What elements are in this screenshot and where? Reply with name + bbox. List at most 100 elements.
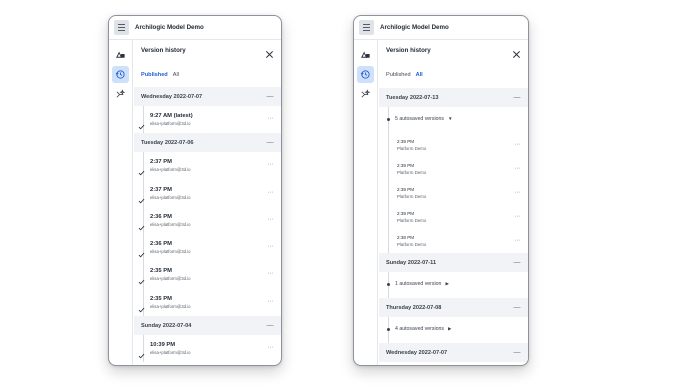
hamburger-icon[interactable] <box>114 20 129 35</box>
close-icon[interactable] <box>265 46 274 59</box>
version-row[interactable]: 2:35 PM elisa+platform@3d.io ··· <box>134 261 281 289</box>
more-horizontal-icon[interactable]: — <box>267 139 274 146</box>
more-horizontal-icon[interactable]: ··· <box>515 165 521 172</box>
ai-sparkle-icon[interactable] <box>357 86 374 103</box>
hamburger-icon[interactable] <box>359 20 374 35</box>
tab-published[interactable]: Published <box>141 72 168 78</box>
ai-sparkle-icon[interactable] <box>112 86 129 103</box>
date-header[interactable]: Tuesday 2022-07-06 — <box>134 133 281 153</box>
more-horizontal-icon[interactable]: ··· <box>268 189 274 196</box>
close-icon[interactable] <box>512 46 521 59</box>
more-horizontal-icon[interactable]: ··· <box>515 237 521 244</box>
version-tabs: Published All <box>141 72 179 78</box>
check-icon <box>138 346 145 359</box>
autosave-row[interactable]: 2:38 PM Platform Demo ··· <box>379 229 528 253</box>
date-label: Wednesday 2022-07-07 <box>141 93 203 100</box>
history-icon[interactable] <box>357 66 374 83</box>
timeline-line <box>388 157 389 181</box>
autosave-row[interactable]: 2:39 PM Platform Demo ··· <box>379 181 528 205</box>
tab-all[interactable]: All <box>416 72 423 78</box>
version-time: 2:36 PM <box>150 213 172 220</box>
date-header[interactable]: Sunday 2022-07-11 — <box>379 253 528 272</box>
shapes-icon[interactable] <box>357 46 374 63</box>
tab-published[interactable]: Published <box>386 72 411 78</box>
panel-header: Version history <box>134 40 281 64</box>
date-header[interactable]: Tuesday 2022-07-13 — <box>379 88 528 107</box>
caret-right-icon[interactable]: ▶ <box>445 281 449 287</box>
bullet-icon <box>386 118 390 121</box>
autosave-group: 4 autosaved versions ▶ <box>395 326 452 332</box>
more-horizontal-icon[interactable]: ··· <box>268 344 274 351</box>
version-row[interactable]: 2:37 PM elisa+platform@3d.io ··· <box>134 179 281 207</box>
autosave-group: 1 autosaved version ▶ <box>395 281 449 287</box>
more-horizontal-icon[interactable]: ··· <box>515 213 521 220</box>
version-history-content: Version history Published All Tuesday 20… <box>379 40 528 365</box>
more-horizontal-icon[interactable]: ··· <box>268 270 274 277</box>
timeline-line <box>388 205 389 229</box>
autosave-group-toggle[interactable]: 1 autosaved version ▶ <box>379 272 528 298</box>
date-header[interactable]: Sunday 2022-07-04 — <box>134 316 281 336</box>
more-horizontal-icon[interactable]: — <box>514 304 521 311</box>
autosave-row[interactable]: 2:39 PM Platform Demo ··· <box>379 205 528 229</box>
more-horizontal-icon[interactable]: ··· <box>268 298 274 305</box>
version-author: elisa+platform@3d.io <box>150 194 191 200</box>
version-panel-published: Archilogic Model Demo Version history Pu… <box>108 15 282 366</box>
more-horizontal-icon[interactable]: ··· <box>268 243 274 250</box>
version-time: 2:37 PM <box>150 186 172 193</box>
app-titlebar: Archilogic Model Demo <box>109 16 281 40</box>
date-label: Sunday 2022-07-04 <box>141 322 192 329</box>
version-time: 2:35 PM <box>150 268 172 275</box>
more-horizontal-icon[interactable]: ··· <box>515 189 521 196</box>
autosave-group-toggle[interactable]: 4 autosaved versions ▶ <box>379 317 528 343</box>
version-author: elisa+platform@3d.io <box>150 276 191 282</box>
autosave-count-label: 5 autosaved versions <box>395 116 445 122</box>
timeline-line <box>388 133 389 157</box>
version-row[interactable]: 2:37 PM elisa+platform@3d.io ··· <box>134 152 281 180</box>
autosave-time: 2:38 PM <box>397 235 415 240</box>
more-horizontal-icon[interactable]: — <box>514 349 521 356</box>
check-icon <box>138 163 145 176</box>
more-horizontal-icon[interactable]: ··· <box>268 115 274 122</box>
autosave-row[interactable]: 2:39 PM Platform Demo ··· <box>379 133 528 157</box>
autosave-group-toggle[interactable]: 5 autosaved versions ▼ <box>379 107 528 133</box>
caret-right-icon[interactable]: ▶ <box>448 326 452 332</box>
version-author: elisa+platform@3d.io <box>150 167 191 173</box>
more-horizontal-icon[interactable]: — <box>267 322 274 329</box>
version-time: 9:27 AM (latest) <box>150 113 193 119</box>
version-row[interactable]: 2:35 PM elisa+platform@3d.io ··· <box>134 288 281 317</box>
panel-title: Version history <box>141 47 186 54</box>
check-icon <box>138 245 145 258</box>
bullet-icon <box>386 328 390 331</box>
version-author: elisa+platform@3d.io <box>150 221 191 227</box>
more-horizontal-icon[interactable]: ··· <box>268 216 274 223</box>
app-title: Archilogic Model Demo <box>380 24 449 31</box>
version-time: 2:35 PM <box>150 295 172 302</box>
autosave-row[interactable]: 2:39 PM Platform Demo ··· <box>379 157 528 181</box>
more-horizontal-icon[interactable]: ··· <box>268 161 274 168</box>
shapes-icon[interactable] <box>112 46 129 63</box>
version-panel-all: Archilogic Model Demo Version history Pu… <box>353 15 529 366</box>
more-horizontal-icon[interactable]: — <box>514 259 521 266</box>
date-label: Tuesday 2022-07-13 <box>386 94 439 101</box>
version-row[interactable]: 10:39 PM elisa+platform@3d.io ··· <box>134 335 281 363</box>
tab-all[interactable]: All <box>173 72 179 78</box>
check-icon <box>138 191 145 204</box>
date-header[interactable]: Thursday 2022-07-08 — <box>379 298 528 317</box>
timeline-line <box>388 181 389 205</box>
date-label: Wednesday 2022-07-07 <box>386 349 448 356</box>
tool-rail <box>354 40 378 365</box>
check-icon <box>138 300 145 313</box>
more-horizontal-icon[interactable]: — <box>514 94 521 101</box>
date-header[interactable]: Wednesday 2022-07-07 — <box>134 87 281 106</box>
more-horizontal-icon[interactable]: — <box>267 93 274 100</box>
version-row[interactable]: 9:27 AM (latest) elisa+platform@3d.io ··· <box>134 106 281 134</box>
version-row[interactable]: 2:36 PM elisa+platform@3d.io ··· <box>134 234 281 262</box>
panel-header: Version history <box>379 40 528 64</box>
version-author: elisa+platform@3d.io <box>150 350 191 356</box>
version-row[interactable]: 2:36 PM elisa+platform@3d.io ··· <box>134 206 281 235</box>
more-horizontal-icon[interactable]: ··· <box>515 141 521 148</box>
caret-down-icon[interactable]: ▼ <box>448 116 453 121</box>
version-history-content: Version history Published All Wednesday … <box>134 40 281 365</box>
history-icon[interactable] <box>112 66 129 83</box>
date-header[interactable]: Wednesday 2022-07-07 — <box>379 343 528 362</box>
